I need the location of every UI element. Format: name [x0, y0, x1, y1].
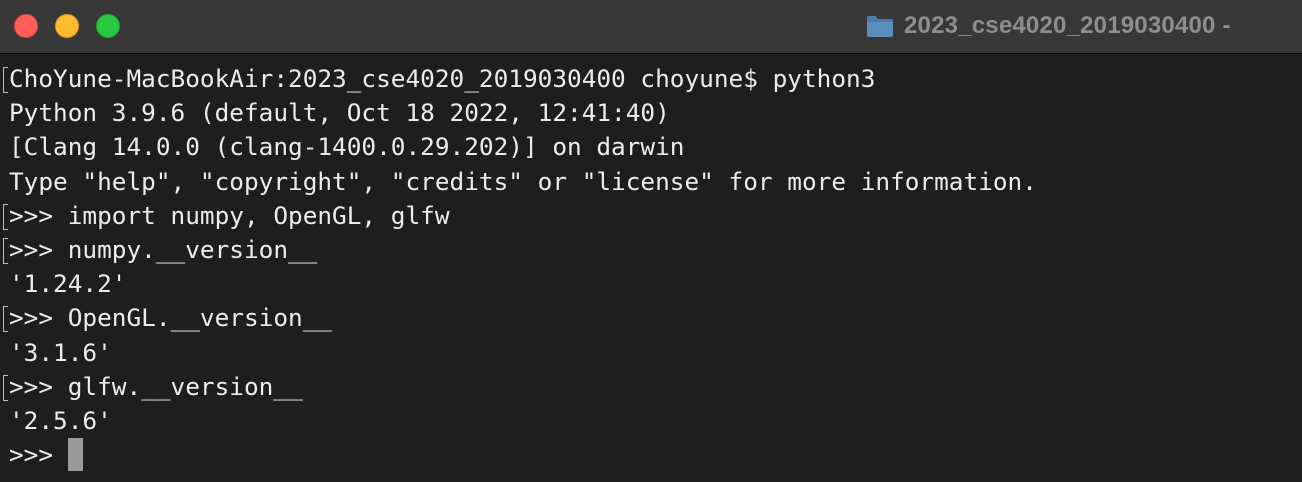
terminal-line: Python 3.9.6 (default, Oct 18 2022, 12:4…: [9, 98, 670, 128]
window-title-text: 2023_cse4020_2019030400 -: [904, 12, 1231, 39]
prompt-text: >>>: [9, 440, 68, 470]
terminal-output[interactable]: ChoYune-MacBookAir:2023_cse4020_20190304…: [0, 55, 1302, 482]
terminal-line: >>> import numpy, OpenGL, glfw: [3, 199, 1302, 233]
terminal-line: '1.24.2': [9, 269, 127, 299]
close-icon: [15, 15, 37, 37]
terminal-line: >>> numpy.__version__: [3, 233, 1302, 267]
terminal-line: '3.1.6': [9, 337, 112, 367]
close-button[interactable]: [14, 14, 38, 38]
terminal-line: '2.5.6': [9, 405, 112, 435]
text-cursor: [67, 438, 83, 472]
minimize-button[interactable]: [55, 14, 79, 38]
minimize-icon: [56, 15, 78, 37]
folder-icon: [867, 16, 893, 37]
window-title: 2023_cse4020_2019030400 -: [866, 10, 1231, 42]
zoom-icon: [97, 15, 119, 37]
zoom-button[interactable]: [96, 14, 120, 38]
title-bar[interactable]: 2023_cse4020_2019030400 -: [0, 0, 1302, 54]
terminal-line: >>> glfw.__version__: [3, 370, 1302, 404]
terminal-line: Type "help", "copyright", "credits" or "…: [9, 166, 1037, 196]
prompt-line[interactable]: >>>: [9, 438, 1302, 472]
terminal-window: 2023_cse4020_2019030400 - ChoYune-MacBoo…: [0, 0, 1302, 482]
terminal-line: ChoYune-MacBookAir:2023_cse4020_20190304…: [3, 62, 1302, 96]
terminal-line: [Clang 14.0.0 (clang-1400.0.29.202)] on …: [9, 132, 685, 162]
terminal-line: >>> OpenGL.__version__: [3, 301, 1302, 335]
